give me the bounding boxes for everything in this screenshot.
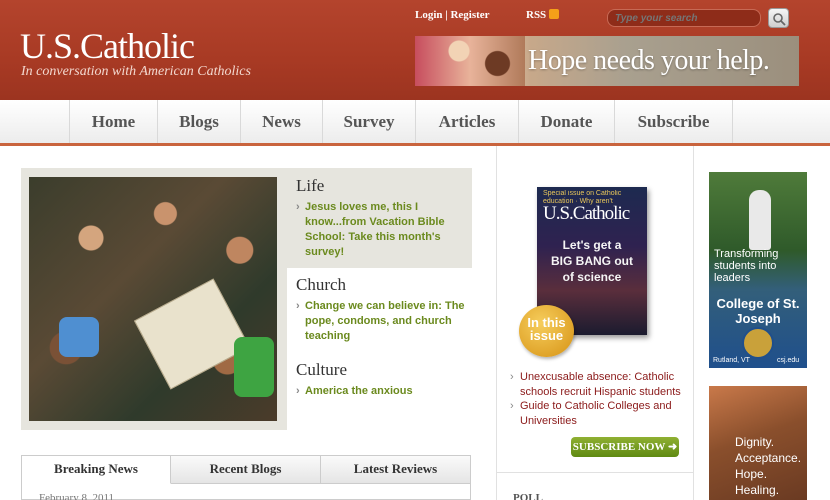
subscribe-label: SUBSCRIBE NOW xyxy=(572,441,666,453)
topic-list: Life Jesus loves me, this I know...from … xyxy=(287,168,472,430)
photo-detail xyxy=(234,337,274,397)
subscribe-now-button[interactable]: SUBSCRIBE NOW ➜ xyxy=(571,437,679,457)
in-this-issue-badge[interactable]: In this issue xyxy=(519,305,574,357)
topic-culture-link[interactable]: America the anxious xyxy=(296,384,468,399)
site-logo[interactable]: U.S.Catholic xyxy=(20,26,195,66)
search-button[interactable] xyxy=(768,8,789,28)
section-divider xyxy=(496,472,693,473)
statue-image xyxy=(749,190,771,250)
ad-headline: Transforming students into leaders xyxy=(714,248,778,284)
rss-link[interactable]: RSS xyxy=(526,9,560,21)
auth-links: Login | Register xyxy=(415,9,490,21)
topic-life-title[interactable]: Life xyxy=(296,176,324,196)
news-tabs: Breaking News Recent Blogs Latest Review… xyxy=(21,455,471,500)
ad-text: Dignity. Acceptance. Hope. Healing. xyxy=(735,435,802,497)
page: U.S.Catholic In conversation with Americ… xyxy=(0,0,830,500)
rss-icon xyxy=(549,9,560,19)
column-divider xyxy=(693,146,694,500)
banner-photo xyxy=(415,36,525,86)
college-city: Rutland, VT xyxy=(713,357,750,364)
poll-heading: POLL xyxy=(513,492,543,500)
college-ad[interactable]: Transforming students into leaders Colle… xyxy=(709,172,807,368)
issue-link[interactable]: Guide to Catholic Colleges and Universit… xyxy=(510,399,685,429)
auth-separator: | xyxy=(445,9,448,21)
nav-donate[interactable]: Donate xyxy=(518,100,614,143)
column-divider xyxy=(496,146,497,500)
tab-breaking-news[interactable]: Breaking News xyxy=(22,456,171,484)
tab-latest-reviews[interactable]: Latest Reviews xyxy=(321,456,470,484)
photo-detail xyxy=(59,317,99,357)
magazine-logo: U.S.Catholic xyxy=(543,203,630,224)
nav-survey[interactable]: Survey xyxy=(322,100,415,143)
news-date: February 8, 2011 xyxy=(39,492,115,500)
site-header: U.S.Catholic In conversation with Americ… xyxy=(0,0,830,100)
arrow-right-icon: ➜ xyxy=(667,441,678,453)
ad-line: students into xyxy=(714,260,777,272)
issue-link[interactable]: Unexcusable absence: Catholic schools re… xyxy=(510,370,685,400)
ad-line: leaders xyxy=(714,272,751,284)
register-link[interactable]: Register xyxy=(450,9,489,21)
search-icon xyxy=(773,13,786,26)
nav-news[interactable]: News xyxy=(240,100,322,143)
college-name: College of St. Joseph xyxy=(716,296,800,326)
ad-line: Transforming xyxy=(714,248,779,260)
search-input[interactable] xyxy=(607,9,761,27)
topic-culture-title[interactable]: Culture xyxy=(296,360,347,380)
photo-book xyxy=(133,278,251,390)
rss-label: RSS xyxy=(526,9,547,21)
nav-home[interactable]: Home xyxy=(69,100,157,143)
nav-subscribe[interactable]: Subscribe xyxy=(614,100,733,143)
topic-life-link[interactable]: Jesus loves me, this I know...from Vacat… xyxy=(296,200,468,260)
college-url: csj.edu xyxy=(777,357,800,364)
magazine-headline: Let's get a BIG BANG out of science xyxy=(551,238,633,284)
healing-ad[interactable]: Dignity. Acceptance. Hope. Healing. xyxy=(709,386,807,500)
feature-frame xyxy=(21,168,287,430)
site-tagline: In conversation with American Catholics xyxy=(21,64,251,79)
tab-recent-blogs[interactable]: Recent Blogs xyxy=(171,456,321,484)
donation-banner[interactable]: Hope needs your help. xyxy=(415,36,799,86)
feature-photo[interactable] xyxy=(29,177,277,421)
banner-text: Hope needs your help. xyxy=(528,45,770,76)
main-nav: Home Blogs News Survey Articles Donate S… xyxy=(0,100,830,146)
login-link[interactable]: Login xyxy=(415,9,443,21)
nav-blogs[interactable]: Blogs xyxy=(157,100,240,143)
topic-church-title[interactable]: Church xyxy=(296,275,346,295)
college-seal xyxy=(742,327,774,359)
topic-church-link[interactable]: Change we can believe in: The pope, cond… xyxy=(296,299,468,344)
nav-articles[interactable]: Articles xyxy=(415,100,518,143)
